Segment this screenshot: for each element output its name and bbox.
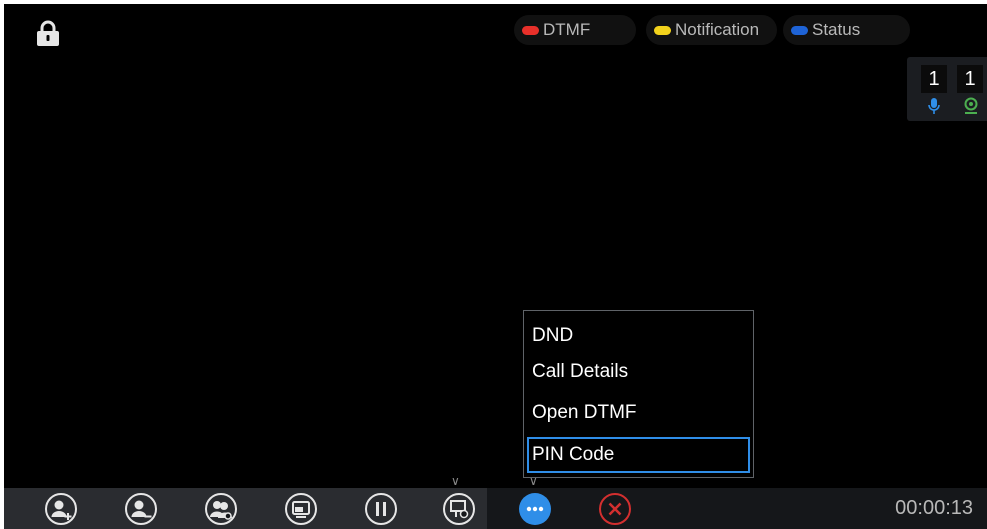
- video-count: 1: [957, 65, 983, 93]
- notification-legend: Notification: [646, 15, 777, 45]
- menu-item-open-dtmf[interactable]: Open DTMF: [527, 395, 750, 431]
- call-screen: DTMF Notification Status 1 1 DND Call De…: [4, 4, 987, 529]
- expand-caret: ∨: [451, 474, 460, 488]
- screen-share-icon[interactable]: [442, 492, 476, 526]
- dtmf-dot: [522, 25, 539, 35]
- menu-pointer-caret: ∨: [529, 474, 538, 488]
- pause-icon[interactable]: [364, 492, 398, 526]
- participants-icon[interactable]: [204, 492, 238, 526]
- call-timer: 00:00:13: [895, 497, 973, 519]
- more-icon[interactable]: [518, 492, 552, 526]
- dtmf-legend: DTMF: [514, 15, 636, 45]
- participant-stats: 1 1: [907, 57, 987, 121]
- lock-icon: [37, 20, 59, 46]
- menu-item-call-details[interactable]: Call Details: [527, 354, 750, 390]
- more-menu: DND Call Details Open DTMF PIN Code: [523, 310, 754, 478]
- dtmf-label: DTMF: [543, 20, 591, 39]
- notification-dot: [654, 25, 671, 35]
- status-label: Status: [812, 20, 861, 39]
- menu-item-dnd[interactable]: DND: [527, 318, 750, 354]
- call-toolbar: 00:00:13: [4, 488, 987, 529]
- status-dot: [791, 25, 808, 35]
- audio-count: 1: [921, 65, 947, 93]
- microphone-icon: [928, 98, 940, 114]
- status-legend: Status: [783, 15, 910, 45]
- end-call-icon[interactable]: [598, 492, 632, 526]
- menu-item-pin-code[interactable]: PIN Code: [527, 437, 750, 473]
- layout-icon[interactable]: [284, 492, 318, 526]
- webcam-icon: [964, 97, 978, 114]
- remove-participant-icon[interactable]: [124, 492, 158, 526]
- add-participant-icon[interactable]: [44, 492, 78, 526]
- notification-label: Notification: [675, 20, 760, 39]
